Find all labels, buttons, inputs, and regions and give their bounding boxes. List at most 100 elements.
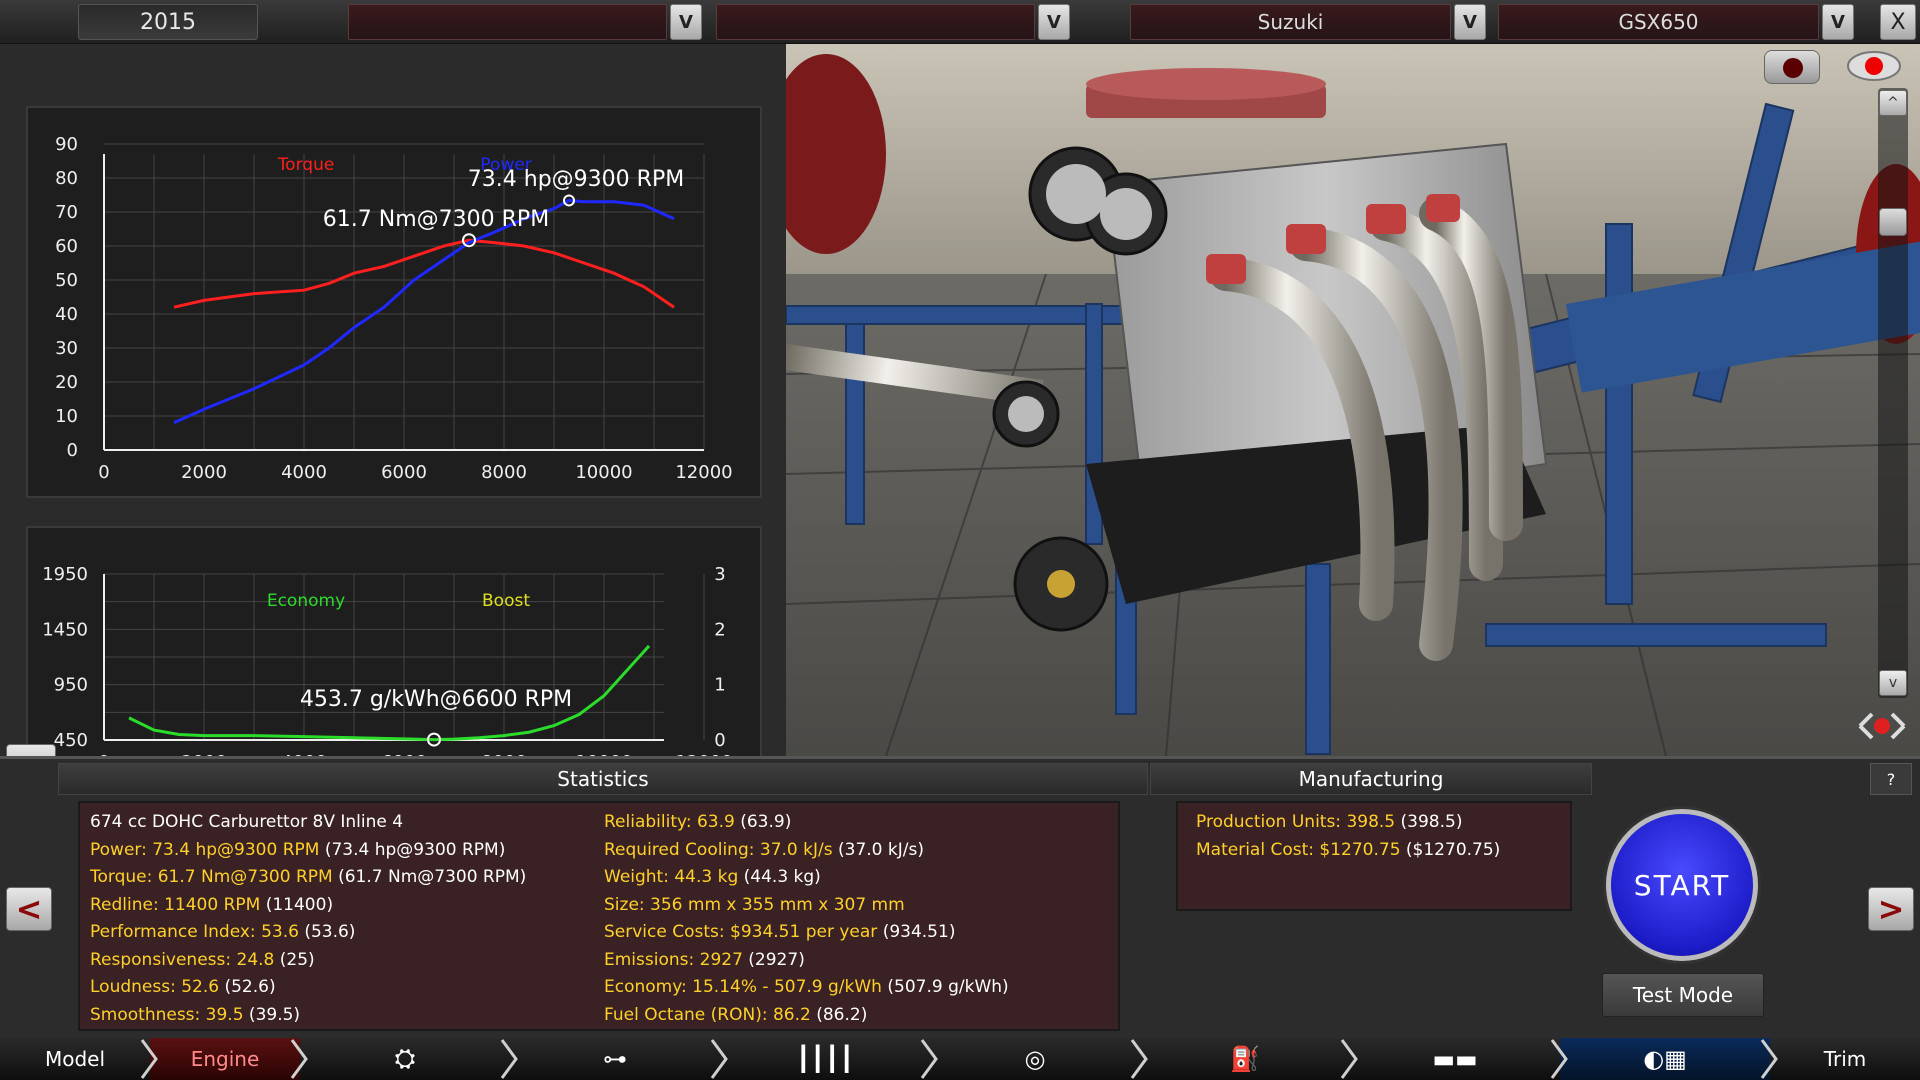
next-button[interactable]: > [1868, 887, 1914, 931]
stat-row: Weight: 44.3 kg (44.3 kg) [604, 864, 1009, 892]
stat-value: (53.6) [298, 922, 356, 942]
dropdown-manufacturer[interactable]: Suzuki V [1130, 4, 1486, 40]
x-tick-label: 10000 [575, 462, 632, 483]
stat-label: Power: 73.4 hp@9300 RPM [90, 839, 320, 860]
stat-label: Loudness: 52.6 [90, 977, 220, 997]
tab-fuel[interactable]: ⛽ [1140, 1038, 1350, 1080]
dropdown-family[interactable]: V [348, 4, 702, 40]
stat-row: 674 cc DOHC Carburettor 8V Inline 4 [90, 809, 526, 837]
prev-button[interactable]: < [6, 887, 52, 931]
tab-model[interactable]: Model [0, 1038, 150, 1080]
crankshaft-icon: ⊶ [603, 1045, 627, 1073]
stat-label: Economy: 15.14% - 507.9 g/kWh [604, 977, 882, 997]
tab-crankshaft[interactable]: ⊶ [510, 1038, 720, 1080]
y-tick-label-left: 1950 [42, 564, 88, 585]
year-display: 2015 [78, 4, 258, 40]
stat-value: (11400) [260, 894, 334, 915]
bottom-navigation: Model Engine ⛭ ⊶ ┃┃┃┃ ◎ ⛽ ▬▬ ◐▦ Trim [0, 1038, 1920, 1080]
start-button[interactable]: START [1606, 809, 1758, 961]
scroll-up-button[interactable]: ^ [1879, 90, 1907, 116]
stat-label: Reliability: 63.9 [604, 812, 735, 832]
dyno-test-icon: ◐▦ [1643, 1045, 1687, 1073]
stat-row: Service Costs: $934.51 per year (934.51) [604, 919, 1009, 947]
manufacturer-arrow[interactable]: V [1454, 4, 1486, 40]
manufacturing-value: ($1270.75) [1400, 839, 1501, 860]
stat-value: (44.3 kg) [738, 867, 821, 887]
stat-row: Loudness: 52.6 (52.6) [90, 974, 526, 1002]
statistics-box: 674 cc DOHC Carburettor 8V Inline 4 Power… [78, 801, 1120, 1031]
engine-block-icon: ⛭ [394, 1043, 416, 1074]
dropdown-variant-field[interactable] [716, 4, 1035, 40]
dropdown-model[interactable]: GSX650 V [1498, 4, 1854, 40]
stat-value: (25) [274, 949, 315, 970]
stat-label: 674 cc DOHC Carburettor 8V Inline 4 [90, 812, 404, 832]
close-button[interactable]: X [1880, 4, 1916, 40]
engine-3d-viewport[interactable]: ^ v [786, 44, 1920, 756]
help-button[interactable]: ? [1870, 763, 1912, 795]
stat-value: (52.6) [219, 977, 276, 997]
dropdown-family-arrow[interactable]: V [670, 4, 702, 40]
stat-value: (934.51) [877, 922, 956, 942]
torque-peak-label: 61.7 Nm@7300 RPM [323, 207, 549, 232]
stat-value: (73.4 hp@9300 RPM) [319, 839, 506, 860]
tab-engine[interactable]: Engine [150, 1038, 300, 1080]
reset-view-icon[interactable] [1854, 704, 1910, 748]
y-tick-label-left: 1450 [42, 619, 88, 640]
legend-torque: Torque [277, 155, 335, 175]
stat-label: Size: 356 mm x 355 mm x 307 mm [604, 894, 905, 915]
air-filter-top [1086, 68, 1326, 100]
exhaust-icon: ▬▬ [1432, 1045, 1478, 1073]
test-mode-button[interactable]: Test Mode [1602, 973, 1764, 1017]
tab-exhaust[interactable]: ▬▬ [1350, 1038, 1560, 1080]
manufacturer-field[interactable]: Suzuki [1130, 4, 1451, 40]
x-tick-label: 6000 [381, 462, 427, 483]
stat-value: (507.9 g/kWh) [881, 977, 1009, 997]
economy-point-label: 453.7 g/kWh@6600 RPM [300, 687, 572, 712]
manufacturing-header: Manufacturing [1150, 763, 1592, 795]
legend-boost: Boost [482, 591, 530, 611]
stat-row: Responsiveness: 24.8 (25) [90, 947, 526, 975]
stat-label: Redline: 11400 RPM [90, 894, 261, 915]
model-field[interactable]: GSX650 [1498, 4, 1819, 40]
manufacturing-label: Material Cost: $1270.75 [1196, 839, 1401, 860]
stat-row: Performance Index: 53.6 (53.6) [90, 919, 526, 947]
stat-row: Required Cooling: 37.0 kJ/s (37.0 kJ/s) [604, 837, 1009, 865]
stat-row: Smoothness: 39.5 (39.5) [90, 1002, 526, 1030]
tab-trim[interactable]: Trim [1770, 1038, 1920, 1080]
dropdown-family-field[interactable] [348, 4, 667, 40]
stat-label: Torque: 61.7 Nm@7300 RPM [90, 867, 333, 887]
stat-row: Reliability: 63.9 (63.9) [604, 809, 1009, 837]
tab-engine-block[interactable]: ⛭ [300, 1038, 510, 1080]
stat-row: Emissions: 2927 (2927) [604, 947, 1009, 975]
manufacturing-value: (398.5) [1395, 812, 1463, 832]
tab-dyno[interactable]: ◐▦ [1560, 1038, 1770, 1080]
dropdown-variant-arrow[interactable]: V [1038, 4, 1070, 40]
stat-value: (63.9) [734, 812, 792, 832]
dropdown-variant[interactable]: V [716, 4, 1070, 40]
stat-value: (37.0 kJ/s) [832, 839, 924, 860]
stat-label: Fuel Octane (RON): 86.2 [604, 1004, 811, 1025]
eye-icon[interactable] [1844, 48, 1904, 84]
stat-row: Fuel Octane (RON): 86.2 (86.2) [604, 1002, 1009, 1030]
stat-label: Smoothness: 39.5 [90, 1004, 244, 1025]
stat-row: Power: 73.4 hp@9300 RPM (73.4 hp@9300 RP… [90, 837, 526, 865]
y-tick-label: 10 [55, 406, 78, 427]
camera-icon[interactable] [1764, 50, 1820, 84]
x-tick-label: 8000 [481, 462, 527, 483]
model-arrow[interactable]: V [1822, 4, 1854, 40]
intake-manifold-icon: ┃┃┃┃ [796, 1045, 854, 1073]
tab-intake[interactable]: ┃┃┃┃ [720, 1038, 930, 1080]
bottom-panel: Statistics Manufacturing ? < > 674 cc DO… [0, 756, 1920, 1038]
charts-panel: 0 10 20 30 40 50 60 70 80 90 0 2000 4000 6000 8000 1000… [0, 44, 786, 790]
scroll-down-button[interactable]: v [1879, 670, 1907, 696]
power-peak-label: 73.4 hp@9300 RPM [468, 167, 684, 192]
tab-turbo[interactable]: ◎ [930, 1038, 1140, 1080]
scroll-handle[interactable] [1879, 208, 1907, 236]
y-tick-label: 20 [55, 372, 78, 393]
y-tick-label-right: 1 [714, 675, 725, 696]
y-tick-label: 80 [55, 168, 78, 189]
y-tick-label-left: 450 [54, 730, 88, 751]
stat-row: Economy: 15.14% - 507.9 g/kWh (507.9 g/k… [604, 974, 1009, 1002]
power-torque-chart: 0 10 20 30 40 50 60 70 80 90 0 2000 4000 6000 8000 1000… [26, 106, 762, 498]
zoom-scrollbar[interactable]: ^ v [1878, 88, 1908, 698]
